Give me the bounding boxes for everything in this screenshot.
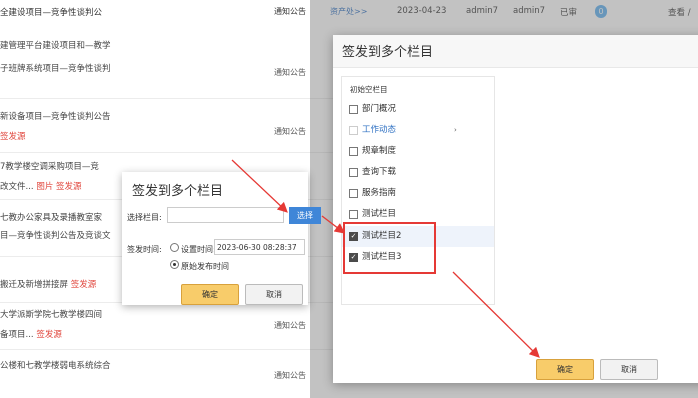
annotation-arrows — [231, 159, 540, 358]
arrow-to-checked-items — [321, 215, 346, 234]
arrow-to-select-button — [231, 159, 288, 213]
arrow-to-confirm — [452, 271, 540, 358]
